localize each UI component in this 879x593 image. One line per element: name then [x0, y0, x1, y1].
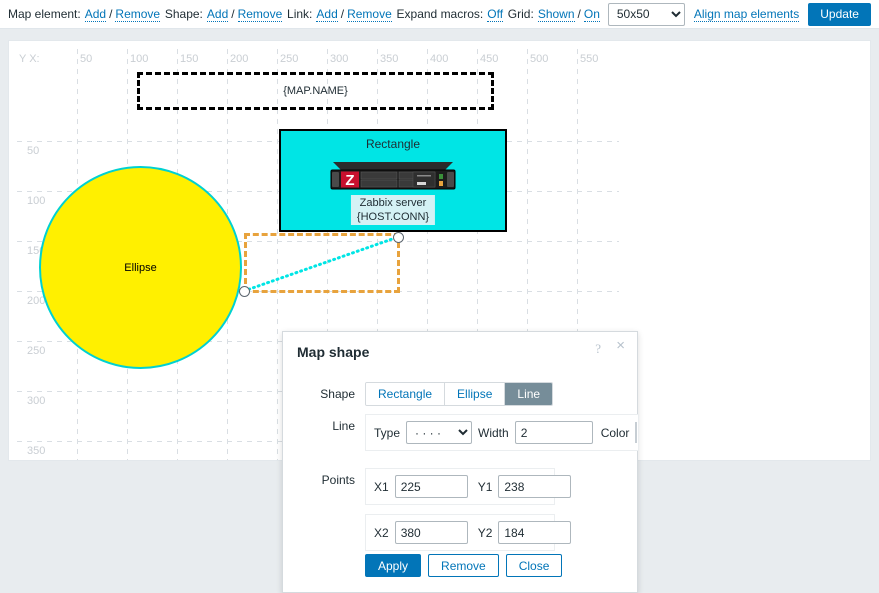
point-2-group: X2 Y2: [365, 514, 572, 551]
map-shape-dialog: Map shape ? × Shape Rectangle Ellipse Line…: [282, 331, 639, 593]
line-type-select[interactable]: ———- - - -· · · ·-·-·-: [406, 421, 473, 444]
points-field-label: Points: [321, 473, 355, 487]
map-element-add-link[interactable]: Add: [84, 7, 107, 22]
close-icon[interactable]: ×: [616, 338, 625, 353]
shape-remove-link[interactable]: Remove: [237, 7, 283, 22]
map-element-remove-link[interactable]: Remove: [115, 7, 161, 22]
points-row-1: Points X1 Y1: [297, 468, 572, 505]
separator-2: /: [231, 7, 235, 21]
align-map-elements-link[interactable]: Align map elements: [693, 7, 800, 22]
map-editor-toolbar: Map element: Add / Remove Shape: Add / R…: [0, 0, 879, 29]
expand-macros-toggle[interactable]: Off: [487, 7, 504, 22]
dialog-buttons: Apply Remove Close: [365, 554, 563, 577]
shape-type-row: Shape Rectangle Ellipse Line: [297, 382, 554, 406]
type-label: Type: [374, 425, 401, 440]
separator-1: /: [109, 7, 113, 21]
color-label: Color: [600, 425, 630, 440]
shape-tab-ellipse[interactable]: Ellipse: [445, 383, 506, 405]
x2-input[interactable]: [394, 521, 468, 544]
update-button[interactable]: Update: [808, 2, 871, 26]
y1-input[interactable]: [498, 475, 572, 498]
grid-on-toggle[interactable]: On: [583, 7, 600, 22]
remove-button[interactable]: Remove: [428, 554, 499, 577]
grid-shown-toggle[interactable]: Shown: [537, 7, 575, 22]
y1-label: Y1: [477, 479, 493, 494]
width-label: Width: [478, 425, 509, 440]
line-field-label: Line: [332, 419, 355, 433]
shape-add-link[interactable]: Add: [206, 7, 229, 22]
line-properties-row: Line Type ———- - - -· · · ·-·-·- Width C…: [297, 414, 639, 451]
line-width-input[interactable]: [514, 421, 593, 444]
shape-field-label: Shape: [320, 387, 355, 401]
line-handle-start[interactable]: [239, 286, 250, 297]
shape-label: Shape:: [164, 7, 203, 21]
help-icon[interactable]: ?: [595, 341, 601, 357]
separator-3: /: [340, 7, 345, 21]
close-button[interactable]: Close: [505, 554, 563, 577]
y2-input[interactable]: [498, 521, 572, 544]
shape-tab-rectangle[interactable]: Rectangle: [366, 383, 446, 405]
expand-macros-label: Expand macros:: [396, 7, 484, 21]
grid-size-select[interactable]: 20x2040x4050x5075x75100x100: [607, 2, 685, 26]
x2-label: X2: [374, 525, 389, 540]
apply-button[interactable]: Apply: [365, 554, 422, 577]
y2-label: Y2: [477, 525, 493, 540]
link-remove-link[interactable]: Remove: [347, 7, 392, 22]
shape-tab-line[interactable]: Line: [505, 383, 553, 405]
line-properties-group: Type ———- - - -· · · ·-·-·- Width Color: [365, 414, 639, 451]
shape-type-tabs[interactable]: Rectangle Ellipse Line: [365, 382, 554, 406]
grid-label: Grid:: [507, 7, 534, 21]
map-element-label: Map element:: [8, 7, 81, 21]
points-row-2: X2 Y2: [365, 514, 572, 551]
point-1-group: X1 Y1: [365, 468, 572, 505]
x1-label: X1: [374, 479, 389, 494]
x1-input[interactable]: [394, 475, 468, 498]
link-add-link[interactable]: Add: [316, 7, 338, 22]
dialog-title: Map shape: [297, 344, 370, 360]
separator-4: /: [577, 7, 581, 21]
line-color-swatch[interactable]: [635, 422, 638, 443]
link-label: Link:: [287, 7, 313, 21]
line-handle-end[interactable]: [393, 232, 404, 243]
